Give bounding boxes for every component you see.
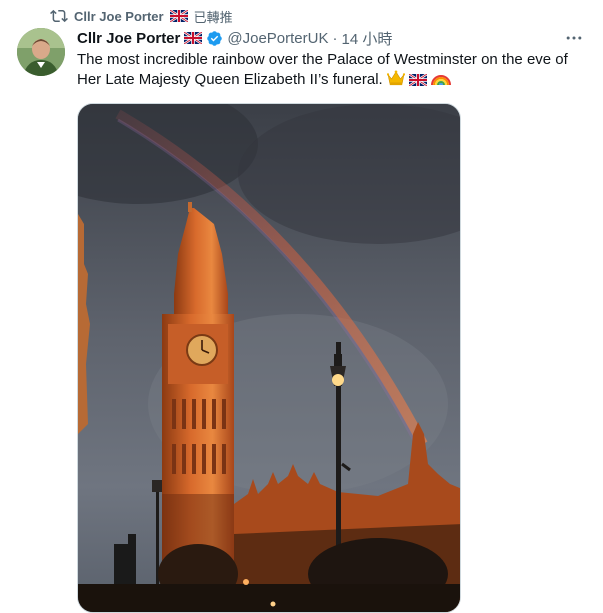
tweet-body: The most incredible rainbow over the Pal…: [77, 50, 577, 90]
verified-badge-icon: [207, 30, 223, 46]
author-handle[interactable]: @JoePorterUK: [227, 30, 328, 47]
retweet-icon: [50, 9, 68, 23]
rainbow-emoji-icon: [431, 75, 452, 86]
avatar-image: [17, 28, 65, 76]
crown-emoji-icon: [386, 70, 405, 86]
avatar[interactable]: [17, 28, 65, 76]
author-name[interactable]: Cllr Joe Porter: [77, 30, 180, 47]
separator-dot: ·: [332, 29, 338, 47]
photo-image: [78, 104, 460, 612]
retweet-suffix: 已轉推: [193, 9, 233, 25]
retweeter-name[interactable]: Cllr Joe Porter: [74, 9, 164, 24]
tweet-photo[interactable]: [77, 103, 461, 613]
tweet-text: The most incredible rainbow over the Pal…: [77, 51, 568, 88]
timestamp[interactable]: 14 小時: [341, 28, 392, 49]
tweet-header: Cllr Joe Porter @JoePorterUK · 14 小時: [77, 28, 392, 48]
uk-flag-icon: [184, 32, 203, 44]
more-options-button[interactable]: [562, 28, 586, 48]
uk-flag-icon: [169, 10, 188, 22]
retweet-indicator[interactable]: Cllr Joe Porter 已轉推: [50, 6, 233, 26]
uk-flag-emoji-icon: [409, 74, 428, 86]
more-icon: [566, 36, 582, 40]
